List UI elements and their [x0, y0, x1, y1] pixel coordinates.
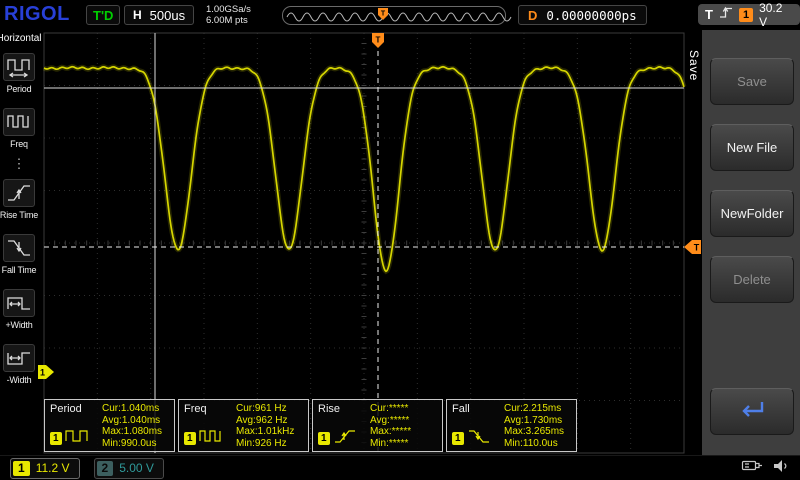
trigger-level-value: 30.2 V	[759, 0, 783, 29]
trigger-settings-box[interactable]: T 1 30.2 V	[698, 1, 800, 29]
measurement-panel-rise: Rise 1 Cur:***** Avg:***** Max:***** Min…	[312, 399, 443, 452]
channel-badge: 1	[452, 432, 464, 445]
timebase-box[interactable]: H 500us	[124, 5, 195, 25]
delay-box[interactable]: D 0.00000000ps	[518, 5, 647, 25]
channel-badge: 1	[50, 432, 62, 445]
delay-label: D	[528, 7, 538, 23]
menu-more-dots-icon: ⋮	[12, 156, 26, 171]
measurement-min: Min:926 Hz	[236, 437, 287, 449]
left-menu-item-rise-time[interactable]: Rise Time	[0, 179, 38, 220]
channel1-box[interactable]: 1 11.2 V	[10, 457, 80, 479]
measurement-name: Rise	[318, 403, 341, 415]
measurement-max: Max:1.080ms	[102, 426, 163, 437]
measurement-avg: Avg:962 Hz	[236, 414, 288, 426]
measurement-cur: Cur:961 Hz	[236, 403, 287, 414]
left-menu-item-label: -Width	[6, 375, 32, 385]
channel2-scale: 5.00 V	[119, 461, 154, 475]
graticule-canvas: T T 1	[38, 32, 701, 454]
rise-time-icon	[3, 179, 35, 207]
oscilloscope-screen: RIGOL T'D H 500us 1.00GSa/s 6.00M pts T …	[0, 0, 800, 480]
delay-value: 0.00000000ps	[546, 7, 637, 23]
horizontal-label: H	[133, 8, 142, 22]
svg-text:T: T	[381, 11, 386, 18]
left-menu-item-plus-width[interactable]: +Width	[3, 289, 35, 330]
measurement-cur: Cur:*****	[370, 403, 409, 414]
minus-width-icon	[3, 344, 35, 372]
fall-measure-icon	[467, 428, 491, 449]
left-menu-item-minus-width[interactable]: -Width	[3, 344, 35, 385]
channel-status-bar: 1 11.2 V 2 5.00 V	[0, 455, 800, 480]
timebase-value: 500us	[149, 7, 186, 23]
menu-tab-save: Save	[687, 50, 701, 82]
measurement-min: Min:*****	[370, 437, 409, 449]
period-measure-icon	[64, 428, 89, 449]
trigger-status-badge: T'D	[86, 5, 121, 25]
brand-logo: RIGOL	[4, 3, 70, 25]
rise-measure-icon	[333, 428, 357, 449]
channel1-number: 1	[13, 460, 30, 476]
svg-text:1: 1	[40, 368, 45, 378]
left-menu-item-label: Rise Time	[0, 210, 39, 220]
svg-text:T: T	[694, 243, 700, 253]
measurement-max: Max:3.265ms	[504, 426, 565, 437]
left-menu-title: Horizontal	[0, 33, 42, 44]
softkey-menu: Save New File NewFolder Delete	[702, 30, 800, 455]
usb-icon	[741, 459, 763, 477]
softkey-delete[interactable]: Delete	[710, 256, 794, 303]
measurement-panel-freq: Freq 1 Cur:961 Hz Avg:962 Hz Max:1.01kHz…	[178, 399, 309, 452]
softkey-return[interactable]	[710, 388, 794, 435]
channel-badge: 1	[318, 432, 330, 445]
left-menu-item-label: Fall Time	[1, 265, 37, 275]
horizontal-position-bar[interactable]: T	[282, 6, 512, 25]
memory-waveform-pattern	[286, 12, 512, 22]
measurement-avg: Avg:*****	[370, 414, 410, 426]
measurement-min: Min:990.0us	[102, 437, 157, 449]
measurement-avg: Avg:1.040ms	[102, 414, 161, 426]
measurement-cur: Cur:2.215ms	[504, 403, 562, 414]
acquisition-info: 1.00GSa/s 6.00M pts	[206, 4, 251, 26]
softkey-new-folder[interactable]: NewFolder	[710, 190, 794, 237]
sample-rate: 1.00GSa/s	[206, 4, 251, 15]
left-menu-item-label: +Width	[5, 320, 33, 330]
trigger-source-badge: 1	[738, 7, 754, 22]
horizontal-measure-menu: Horizontal Period Freq ⋮ Rise Time Fall …	[0, 30, 42, 455]
svg-text:T: T	[376, 36, 381, 45]
fall-time-icon	[3, 234, 35, 262]
waveform-display[interactable]: T T 1	[38, 30, 702, 455]
measurement-cur: Cur:1.040ms	[102, 403, 160, 414]
return-arrow-icon	[736, 398, 768, 425]
status-bar: RIGOL T'D H 500us 1.00GSa/s 6.00M pts T …	[0, 0, 800, 30]
channel-badge: 1	[184, 432, 196, 445]
plus-width-icon	[3, 289, 35, 317]
left-menu-item-label: Period	[6, 84, 32, 94]
trigger-label: T	[705, 7, 713, 22]
graticule	[43, 32, 685, 454]
memory-position-indicator: T	[286, 8, 512, 22]
measurement-min: Min:110.0us	[504, 437, 558, 449]
softkey-save[interactable]: Save	[710, 58, 794, 105]
period-icon	[3, 53, 35, 81]
rising-edge-icon	[719, 5, 733, 25]
measurement-panel-fall: Fall 1 Cur:2.215ms Avg:1.730ms Max:3.265…	[446, 399, 577, 452]
left-menu-item-period[interactable]: Period	[3, 53, 35, 94]
speaker-icon	[773, 459, 790, 478]
freq-icon	[3, 108, 35, 136]
channel2-box[interactable]: 2 5.00 V	[93, 457, 164, 479]
freq-measure-icon	[198, 428, 223, 449]
measurement-panel-period: Period 1 Cur:1.040ms Avg:1.040ms Max:1.0…	[44, 399, 175, 452]
measurement-name: Fall	[452, 403, 470, 415]
measurement-name: Freq	[184, 403, 207, 415]
measurement-avg: Avg:1.730ms	[504, 414, 563, 426]
left-menu-item-label: Freq	[10, 139, 28, 149]
softkey-new-file[interactable]: New File	[710, 124, 794, 171]
measurement-name: Period	[50, 403, 82, 415]
channel1-scale: 11.2 V	[35, 461, 70, 475]
memory-depth: 6.00M pts	[206, 15, 248, 26]
channel2-number: 2	[96, 460, 114, 476]
left-menu-item-fall-time[interactable]: Fall Time	[2, 234, 37, 275]
left-menu-item-freq[interactable]: Freq	[3, 108, 35, 149]
measurement-max: Max:1.01kHz	[236, 426, 295, 437]
measurement-max: Max:*****	[370, 426, 412, 437]
